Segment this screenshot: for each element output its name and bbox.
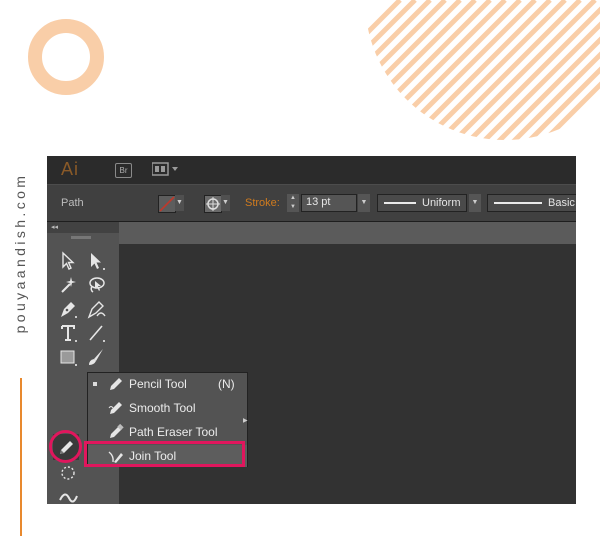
brush-line	[494, 202, 542, 204]
brush-definition-select[interactable]: Basic	[487, 194, 576, 212]
smooth-icon	[107, 399, 125, 417]
decorative-ring	[28, 19, 104, 95]
app-logo: Ai	[61, 159, 80, 179]
collapse-panel-icon[interactable]: ◂◂	[47, 222, 119, 233]
stroke-label[interactable]: Stroke:	[245, 197, 280, 209]
flyout-item-label: Pencil Tool	[129, 377, 187, 391]
flyout-item-path-eraser-tool[interactable]: Path Eraser Tool	[88, 421, 247, 443]
type-icon[interactable]	[57, 322, 79, 344]
document-tab-bar	[119, 222, 576, 244]
stroke-profile-line	[384, 202, 416, 204]
stroke-color-dropdown-icon[interactable]: ▼	[221, 195, 230, 211]
none-fill-icon	[159, 196, 175, 212]
watermark-site: pouyaandish.com	[12, 172, 28, 333]
direct-selection-icon[interactable]	[85, 250, 107, 272]
stroke-swatch[interactable]	[204, 195, 222, 213]
magic-wand-icon[interactable]	[57, 274, 79, 296]
line-icon[interactable]	[85, 322, 107, 344]
selection-type-label: Path	[61, 197, 84, 209]
fill-swatch[interactable]	[158, 195, 176, 213]
pen-icon[interactable]	[57, 298, 79, 320]
brush-definition-value: Basic	[548, 197, 575, 209]
illustrator-window: Ai Br Path ▼ ▼ Stroke: ▲ ▼ 13 pt ▼ Unifo…	[47, 156, 576, 504]
rectangle-icon[interactable]	[57, 346, 79, 368]
flyout-item-label: Smooth Tool	[129, 401, 196, 415]
stroke-weight-dropdown-icon[interactable]: ▼	[358, 194, 370, 212]
variable-width-profile-select[interactable]: Uniform	[377, 194, 467, 212]
paintbrush-icon[interactable]	[85, 346, 107, 368]
profile-dropdown-icon[interactable]: ▼	[469, 194, 481, 212]
flyout-item-shortcut: (N)	[218, 377, 235, 391]
lasso-icon[interactable]	[85, 274, 107, 296]
fill-dropdown-icon[interactable]: ▼	[175, 195, 184, 211]
flyout-item-label: Path Eraser Tool	[129, 425, 218, 439]
pencil-highlight-circle	[49, 430, 82, 463]
accent-line	[20, 378, 22, 536]
width-icon[interactable]	[57, 486, 79, 504]
variable-width-profile-value: Uniform	[422, 197, 461, 209]
pencil-icon	[107, 375, 125, 393]
application-bar: Ai Br	[47, 156, 576, 184]
stroke-weight-input[interactable]: 13 pt	[301, 194, 357, 212]
flyout-tearoff-arrow[interactable]: ▶	[243, 417, 248, 424]
control-panel: Path ▼ ▼ Stroke: ▲ ▼ 13 pt ▼ Uniform ▼ Ba…	[47, 184, 576, 222]
eraser-icon[interactable]	[57, 462, 79, 484]
selection-icon[interactable]	[57, 250, 79, 272]
join-tool-highlight-box	[84, 441, 245, 467]
curvature-icon[interactable]	[85, 298, 107, 320]
stroke-weight-stepper[interactable]: ▲ ▼	[287, 194, 299, 212]
path-eraser-icon	[107, 423, 125, 441]
watermark-text: pouyaandish.com	[8, 150, 32, 355]
bridge-button[interactable]: Br	[115, 163, 132, 178]
flyout-item-smooth-tool[interactable]: Smooth Tool	[88, 397, 247, 419]
flyout-item-pencil-tool[interactable]: Pencil Tool (N)	[88, 373, 247, 395]
selected-tool-bullet	[93, 382, 97, 386]
arrange-documents-icon[interactable]	[151, 162, 180, 181]
panel-grip[interactable]	[71, 236, 91, 239]
stroke-color-icon	[206, 197, 220, 211]
